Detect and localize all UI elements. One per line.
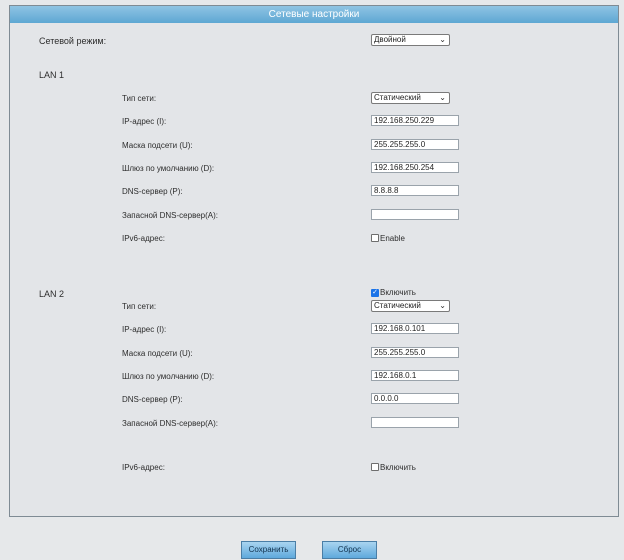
lan2-ipv6-checkbox-label: Включить <box>380 463 416 472</box>
lan1-gateway-field[interactable] <box>371 162 459 173</box>
lan1-heading: LAN 1 <box>39 70 65 80</box>
network-mode-label: Сетевой режим: <box>39 36 107 46</box>
reset-button[interactable]: Сброс <box>322 541 377 559</box>
lan2-mask-label: Маска подсети (U): <box>122 349 193 358</box>
lan2-type-value: Статический <box>374 301 421 310</box>
lan1-ipv6-label: IPv6-адрес: <box>122 234 165 243</box>
lan2-ipv6-label: IPv6-адрес: <box>122 463 165 472</box>
network-mode-select[interactable]: Двойной ⌄ <box>371 34 450 46</box>
lan1-ipv6-checkbox-label: Enable <box>380 234 405 243</box>
settings-panel: Сетевые настройки Сетевой режим: Двойной… <box>9 5 619 517</box>
lan2-ip-field[interactable] <box>371 323 459 334</box>
page-title: Сетевые настройки <box>10 6 618 23</box>
lan1-type-value: Статический <box>374 93 421 102</box>
lan1-ip-label: IP-адрес (I): <box>122 117 167 126</box>
lan1-mask-label: Маска подсети (U): <box>122 141 193 150</box>
lan2-dns-alt-label: Запасной DNS-сервер(A): <box>122 419 219 428</box>
lan1-mask-field[interactable] <box>371 139 459 150</box>
lan1-type-select[interactable]: Статический ⌄ <box>371 92 450 104</box>
lan1-dns-alt-label: Запасной DNS-сервер(A): <box>122 211 219 220</box>
network-mode-value: Двойной <box>374 35 406 44</box>
lan2-dns-alt-field[interactable] <box>371 417 459 428</box>
lan2-enable-label: Включить <box>380 288 416 297</box>
lan2-enable-checkbox[interactable]: ✓ <box>371 289 379 297</box>
save-button[interactable]: Сохранить <box>241 541 296 559</box>
lan2-dns-label: DNS-сервер (P): <box>122 395 183 404</box>
lan1-ip-field[interactable] <box>371 115 459 126</box>
lan2-mask-field[interactable] <box>371 347 459 358</box>
lan2-gateway-label: Шлюз по умолчанию (D): <box>122 372 215 381</box>
network-settings-page: Сетевые настройки Сетевой режим: Двойной… <box>0 0 624 560</box>
lan1-ipv6-checkbox[interactable] <box>371 234 379 242</box>
lan1-type-label: Тип сети: <box>122 94 157 103</box>
checkmark-icon: ✓ <box>372 289 378 296</box>
chevron-down-icon: ⌄ <box>439 301 446 310</box>
lan1-gateway-label: Шлюз по умолчанию (D): <box>122 164 215 173</box>
lan2-heading: LAN 2 <box>39 289 65 299</box>
chevron-down-icon: ⌄ <box>439 93 446 102</box>
lan2-type-label: Тип сети: <box>122 302 157 311</box>
lan1-dns-alt-field[interactable] <box>371 209 459 220</box>
lan2-gateway-field[interactable] <box>371 370 459 381</box>
chevron-down-icon: ⌄ <box>439 35 446 44</box>
lan2-dns-field[interactable] <box>371 393 459 404</box>
lan1-dns-label: DNS-сервер (P): <box>122 187 183 196</box>
lan2-type-select[interactable]: Статический ⌄ <box>371 300 450 312</box>
lan2-ip-label: IP-адрес (I): <box>122 325 167 334</box>
lan2-ipv6-checkbox[interactable] <box>371 463 379 471</box>
lan1-dns-field[interactable] <box>371 185 459 196</box>
